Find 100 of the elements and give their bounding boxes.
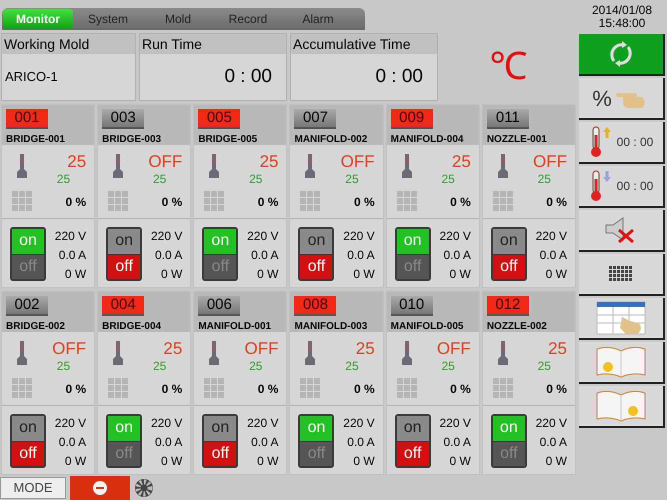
off-label: off <box>396 442 429 466</box>
zone-number[interactable]: 008 <box>294 296 336 316</box>
setpoint-reading: 25 <box>441 171 455 187</box>
voltage-reading: 220 V <box>247 415 278 432</box>
output-reading: 0 % <box>65 381 86 398</box>
on-label: on <box>492 416 525 440</box>
on-off-switch[interactable]: on off <box>106 227 142 281</box>
refresh-button[interactable] <box>579 34 665 76</box>
current-reading: 0.0 A <box>540 247 567 264</box>
tab[interactable]: Record <box>213 9 283 29</box>
on-label: on <box>204 229 236 254</box>
power-reading: 0 W <box>449 266 471 283</box>
zone-number[interactable]: 006 <box>198 296 240 316</box>
zone-number[interactable]: 009 <box>390 109 433 129</box>
mute-button[interactable] <box>579 210 665 252</box>
setpoint-reading: 25 <box>249 358 262 374</box>
current-reading: 0.0 A <box>251 247 278 264</box>
keypad-button[interactable] <box>579 254 665 296</box>
temperature-reading: OFF <box>340 153 375 171</box>
zone-name: BRIDGE-002 <box>6 320 66 334</box>
off-label: off <box>108 254 140 279</box>
tab[interactable]: Monitor <box>3 9 73 29</box>
on-off-switch[interactable]: on off <box>298 227 334 281</box>
power-reading: 0 W <box>546 453 567 470</box>
output-reading: 0 % <box>258 194 278 211</box>
on-off-switch[interactable]: on off <box>394 414 431 468</box>
zone-number[interactable]: 012 <box>486 296 529 316</box>
power-reading: 0 W <box>257 453 278 470</box>
keypad-icon <box>609 266 633 282</box>
voltage-reading: 220 V <box>439 415 471 432</box>
power-reading: 0 W <box>64 266 86 283</box>
zone-number[interactable]: 005 <box>198 109 240 129</box>
info-label: Accumulative Time <box>291 34 437 54</box>
output-reading: 0 % <box>546 381 567 398</box>
output-reading: 0 % <box>162 381 182 398</box>
zone-name: BRIDGE-003 <box>102 133 162 147</box>
grid-icon <box>492 191 513 211</box>
zone-number[interactable]: 002 <box>6 296 48 316</box>
grid-icon <box>492 378 513 398</box>
zone-number[interactable]: 007 <box>294 109 336 129</box>
zone-name: NOZZLE-002 <box>486 320 548 334</box>
output-reading: 0 % <box>354 194 375 211</box>
on-off-switch[interactable]: on off <box>490 227 527 281</box>
grid-icon <box>204 191 224 211</box>
zone-name: MANIFOLD-001 <box>198 320 272 334</box>
temperature-reading: 25 <box>452 153 471 171</box>
book-right-button[interactable] <box>579 386 665 428</box>
current-reading: 0.0 A <box>154 434 182 451</box>
on-label: on <box>204 416 236 440</box>
tab[interactable]: System <box>73 9 143 29</box>
heater-icon <box>112 340 124 366</box>
tab[interactable]: Alarm <box>283 9 353 29</box>
setpoint-reading: 25 <box>56 358 70 374</box>
off-label: off <box>300 254 332 279</box>
heater-icon <box>496 153 509 179</box>
zone-number[interactable]: 011 <box>486 109 529 129</box>
temperature-reading: OFF <box>532 153 567 171</box>
on-label: on <box>12 416 44 440</box>
zone-number[interactable]: 003 <box>102 109 144 129</box>
grid-icon <box>108 378 128 398</box>
zone-name: MANIFOLD-003 <box>294 320 368 334</box>
temperature-unit: ℃ <box>490 44 528 90</box>
percent-button[interactable]: % <box>579 78 665 120</box>
tab[interactable]: Mold <box>143 9 213 29</box>
heater-icon <box>112 153 124 179</box>
on-label: on <box>108 416 140 440</box>
grid-icon <box>204 378 224 398</box>
heater-icon <box>400 340 413 366</box>
info-value: 0 : 00 <box>223 64 273 89</box>
setpoint-reading: 25 <box>56 171 70 187</box>
output-reading: 0 % <box>65 194 86 211</box>
on-off-switch[interactable]: on off <box>10 414 46 468</box>
on-off-switch[interactable]: on off <box>202 414 238 468</box>
output-reading: 0 % <box>450 194 471 211</box>
on-label: on <box>108 229 140 254</box>
temperature-reading: 25 <box>356 340 375 358</box>
cool-down-button[interactable]: 00 : 00 <box>579 166 665 208</box>
temperature-reading: OFF <box>436 340 471 358</box>
power-reading: 0 W <box>64 453 86 470</box>
temperature-reading: 25 <box>548 340 567 358</box>
heater-icon <box>16 340 28 366</box>
zone-number[interactable]: 004 <box>102 296 144 316</box>
on-label: on <box>492 229 525 254</box>
on-label: on <box>300 229 332 254</box>
voltage-reading: 220 V <box>54 228 86 245</box>
zone-name: MANIFOLD-002 <box>294 133 368 147</box>
table-button[interactable] <box>579 298 665 340</box>
zone-number[interactable]: 001 <box>6 109 48 129</box>
zone-number[interactable]: 010 <box>390 296 433 316</box>
power-reading: 0 W <box>353 453 375 470</box>
temperature-reading: 25 <box>67 153 86 171</box>
zone-name: MANIFOLD-005 <box>390 320 464 334</box>
heat-up-button[interactable]: 00 : 00 <box>579 122 665 164</box>
voltage-reading: 220 V <box>536 228 567 245</box>
heater-icon <box>304 340 316 366</box>
setpoint-reading: 25 <box>538 171 551 187</box>
thermometer-up-icon <box>588 125 613 159</box>
grid-icon <box>396 378 417 398</box>
power-reading: 0 W <box>257 266 278 283</box>
book-left-button[interactable] <box>579 342 665 384</box>
